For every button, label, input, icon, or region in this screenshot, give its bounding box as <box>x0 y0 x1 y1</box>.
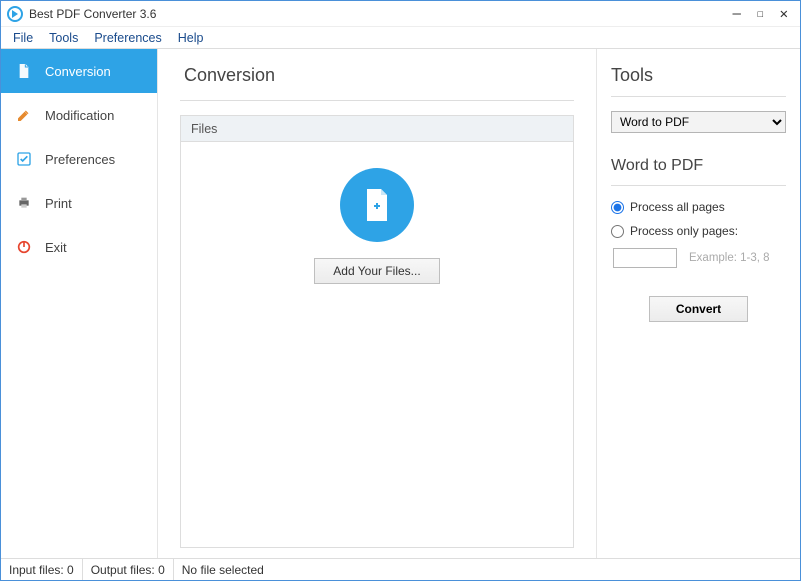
sidebar-item-label: Conversion <box>45 64 111 79</box>
add-file-icon <box>340 168 414 242</box>
sidebar-item-label: Modification <box>45 108 114 123</box>
status-input-files: Input files: 0 <box>1 559 83 580</box>
radio-only-label: Process only pages: <box>630 224 738 238</box>
sidebar-item-preferences[interactable]: Preferences <box>1 137 157 181</box>
radio-all-input[interactable] <box>611 201 624 214</box>
divider <box>180 100 574 101</box>
convert-button[interactable]: Convert <box>649 296 748 322</box>
printer-icon <box>15 194 33 212</box>
pages-example: Example: 1-3, 8 <box>689 252 770 264</box>
files-box: Files Add Your Files... <box>180 115 574 548</box>
files-drop-area[interactable]: Add Your Files... <box>181 142 573 547</box>
checkbox-icon <box>15 150 33 168</box>
add-files-button[interactable]: Add Your Files... <box>314 258 439 284</box>
window-controls: — ☐ ✕ <box>733 6 795 22</box>
sidebar-item-label: Exit <box>45 240 67 255</box>
conversion-type-select[interactable]: Word to PDF <box>611 111 786 133</box>
status-bar: Input files: 0 Output files: 0 No file s… <box>1 558 800 580</box>
minimize-button[interactable]: — <box>733 6 741 22</box>
status-output-files: Output files: 0 <box>83 559 174 580</box>
app-icon <box>7 6 23 22</box>
maximize-button[interactable]: ☐ <box>757 7 764 20</box>
radio-all-pages[interactable]: Process all pages <box>611 200 786 214</box>
sidebar-item-exit[interactable]: Exit <box>1 225 157 269</box>
sidebar-item-conversion[interactable]: Conversion <box>1 49 157 93</box>
menu-help[interactable]: Help <box>170 29 212 47</box>
title-bar: Best PDF Converter 3.6 — ☐ ✕ <box>1 1 800 27</box>
close-button[interactable]: ✕ <box>780 6 788 22</box>
radio-only-pages[interactable]: Process only pages: <box>611 224 786 238</box>
menu-file[interactable]: File <box>5 29 41 47</box>
tools-panel: Tools Word to PDF Word to PDF Process al… <box>596 49 800 558</box>
sidebar: Conversion Modification Preferences Prin… <box>1 49 158 558</box>
status-selection: No file selected <box>174 559 800 580</box>
pages-range-input[interactable] <box>613 248 677 268</box>
menu-bar: File Tools Preferences Help <box>1 27 800 49</box>
sidebar-item-modification[interactable]: Modification <box>1 93 157 137</box>
divider <box>611 185 786 186</box>
section-title: Word to PDF <box>611 157 786 175</box>
app-title: Best PDF Converter 3.6 <box>29 7 733 21</box>
sidebar-item-label: Print <box>45 196 72 211</box>
main-area: Conversion Modification Preferences Prin… <box>1 49 800 558</box>
files-header: Files <box>181 116 573 142</box>
divider <box>611 96 786 97</box>
sidebar-item-print[interactable]: Print <box>1 181 157 225</box>
menu-preferences[interactable]: Preferences <box>86 29 169 47</box>
menu-tools[interactable]: Tools <box>41 29 86 47</box>
pencil-icon <box>15 106 33 124</box>
document-icon <box>15 62 33 80</box>
radio-only-input[interactable] <box>611 225 624 238</box>
sidebar-item-label: Preferences <box>45 152 115 167</box>
power-icon <box>15 238 33 256</box>
radio-all-label: Process all pages <box>630 200 725 214</box>
tools-title: Tools <box>611 65 786 86</box>
content-panel: Conversion Files Add Your Files... <box>158 49 596 558</box>
page-title: Conversion <box>180 65 574 86</box>
